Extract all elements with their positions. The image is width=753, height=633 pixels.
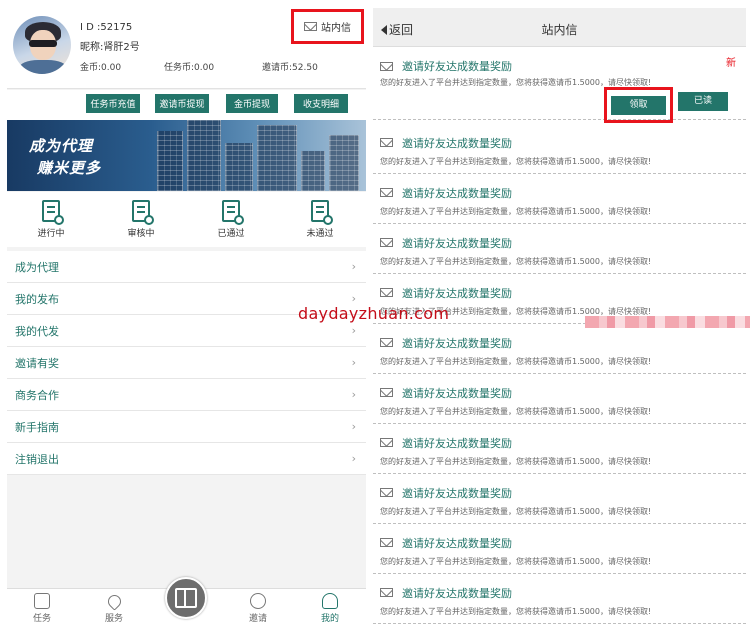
message-body: 您的好友进入了平台并达到指定数量，您将获得邀请币1.5000，请尽快领取! [380,207,652,216]
tab-mine[interactable]: 我的 [305,593,355,624]
gold-coin-balance: 金币:0.00 [80,63,122,73]
chevron-right-icon: › [351,260,356,273]
message-title: 邀请好友达成数量奖励 [402,287,512,300]
envelope-icon [380,138,393,147]
tab-tasks[interactable]: 任务 [17,593,67,624]
tab-invite[interactable]: 邀请 [233,593,283,624]
menu-item-business[interactable]: 商务合作 › [7,379,366,411]
user-icon [322,593,338,609]
list-item[interactable]: 邀请好友达成数量奖励您的好友进入了平台并达到指定数量，您将获得邀请币1.5000… [373,374,746,424]
envelope-icon [380,62,393,71]
list-item[interactable]: 邀请好友达成数量奖励 您的好友进入了平台并达到指定数量，您将获得邀请币1.500… [373,48,746,123]
message-body: 您的好友进入了平台并达到指定数量，您将获得邀请币1.5000，请尽快领取! [380,357,652,366]
banner-subline: 赚米更多 [37,159,102,177]
transaction-history-button[interactable]: 收支明细 [294,94,348,113]
list-item[interactable]: 邀请好友达成数量奖励您的好友进入了平台并达到指定数量，您将获得邀请币1.5000… [373,474,746,524]
chevron-right-icon: › [351,388,356,401]
chevron-right-icon: › [351,356,356,369]
list-item[interactable]: 邀请好友达成数量奖励您的好友进入了平台并达到指定数量，您将获得邀请币1.5000… [373,174,746,224]
task-coin-recharge-button[interactable]: 任务币充值 [86,94,140,113]
message-title: 邀请好友达成数量奖励 [402,487,512,500]
status-under-review[interactable]: 审核中 [111,200,171,239]
doc-cross-icon [311,200,333,225]
envelope-icon [304,22,317,31]
user-nickname: 昵称:肾肝2号 [80,42,140,53]
watermark: daydayzhuan.com [298,304,450,323]
message-title: 邀请好友达成数量奖励 [402,137,512,150]
status-rejected[interactable]: 未通过 [290,200,350,239]
envelope-icon [380,188,393,197]
invite-coin-withdraw-button[interactable]: 邀请币提现 [155,94,209,113]
list-item[interactable]: 邀请好友达成数量奖励您的好友进入了平台并达到指定数量，您将获得邀请币1.5000… [373,574,746,624]
wallet-actions: 任务币充值 邀请币提现 金币提现 收支明细 [7,90,366,120]
menu-item-become-agent[interactable]: 成为代理 › [7,251,366,283]
profile-menu: 成为代理 › 我的发布 › 我的代发 › 邀请有奖 › 商务合作 › 新手指南 › 注销退出… [7,251,366,475]
doc-search-icon [132,200,154,225]
redaction-strip [585,316,750,328]
menu-item-invite-rewards[interactable]: 邀请有奖 › [7,347,366,379]
message-body: 您的好友进入了平台并达到指定数量，您将获得邀请币1.5000，请尽快领取! [380,457,652,466]
list-item[interactable]: 邀请好友达成数量奖励您的好友进入了平台并达到指定数量，您将获得邀请币1.5000… [373,524,746,574]
message-body: 您的好友进入了平台并达到指定数量，您将获得邀请币1.5000，请尽快领取! [380,557,652,566]
agent-banner[interactable]: 成为代理 赚米更多 [7,120,366,191]
new-badge: 新 [726,58,736,69]
inbox-button-label: 站内信 [321,23,351,34]
message-title: 邀请好友达成数量奖励 [402,437,512,450]
profile-header: I D :52175 昵称:肾肝2号 金币:0.00 任务币:0.00 邀请币:… [7,6,366,89]
envelope-icon [380,438,393,447]
message-title: 邀请好友达成数量奖励 [402,187,512,200]
message-title: 邀请好友达成数量奖励 [402,537,512,550]
message-title: 邀请好友达成数量奖励 [402,387,512,400]
menu-item-logout[interactable]: 注销退出 › [7,443,366,475]
message-body: 您的好友进入了平台并达到指定数量，您将获得邀请币1.5000，请尽快领取! [380,507,652,516]
chevron-right-icon: › [351,452,356,465]
heart-icon [104,592,124,611]
envelope-icon [380,588,393,597]
list-item[interactable]: 邀请好友达成数量奖励您的好友进入了平台并达到指定数量，您将获得邀请币1.5000… [373,124,746,174]
message-body: 您的好友进入了平台并达到指定数量，您将获得邀请币1.5000，请尽快领取! [380,407,652,416]
page-title: 站内信 [541,23,578,37]
banner-headline: 成为代理 [29,137,94,155]
invite-coin-balance: 邀请币:52.50 [262,63,318,73]
gift-icon[interactable] [165,577,207,619]
envelope-icon [380,288,393,297]
message-title: 邀请好友达成数量奖励 [402,587,512,600]
gold-coin-withdraw-button[interactable]: 金币提现 [226,94,278,113]
message-body: 您的好友进入了平台并达到指定数量，您将获得邀请币1.5000，请尽快领取! [380,257,652,266]
bottom-tab-bar: 任务 服务 邀请 我的 [7,577,366,628]
envelope-icon [380,238,393,247]
doc-check-icon [222,200,244,225]
message-body: 您的好友进入了平台并达到指定数量，您将获得邀请币1.5000，请尽快领取! [380,607,652,616]
envelope-icon [380,338,393,347]
envelope-icon [380,488,393,497]
envelope-icon [380,538,393,547]
message-title: 邀请好友达成数量奖励 [402,60,512,73]
claim-button[interactable]: 领取 [604,87,673,123]
message-title: 邀请好友达成数量奖励 [402,237,512,250]
avatar[interactable] [13,16,71,74]
message-body: 您的好友进入了平台并达到指定数量，您将获得邀请币1.5000，请尽快领取! [380,157,652,166]
envelope-icon [380,388,393,397]
message-title: 邀请好友达成数量奖励 [402,337,512,350]
status-approved[interactable]: 已通过 [201,200,261,239]
task-status-row: 进行中 审核中 已通过 未通过 [7,192,366,247]
list-item[interactable]: 邀请好友达成数量奖励您的好友进入了平台并达到指定数量，您将获得邀请币1.5000… [373,424,746,474]
doc-clock-icon [42,200,64,225]
list-item[interactable]: 邀请好友达成数量奖励您的好友进入了平台并达到指定数量，您将获得邀请币1.5000… [373,324,746,374]
task-coin-balance: 任务币:0.00 [164,63,215,73]
inbox-nav-bar: 返回 站内信 [373,8,746,47]
chevron-right-icon: › [351,420,356,433]
chevron-right-icon: › [351,324,356,337]
mark-read-button[interactable]: 已读 [678,92,728,111]
share-icon [250,593,266,609]
list-item[interactable]: 邀请好友达成数量奖励您的好友进入了平台并达到指定数量，您将获得邀请币1.5000… [373,224,746,274]
task-icon [34,593,50,609]
tab-services[interactable]: 服务 [89,592,139,624]
inbox-button[interactable]: 站内信 [291,9,364,44]
user-id: I D :52175 [80,22,133,33]
menu-item-beginner-guide[interactable]: 新手指南 › [7,411,366,443]
status-in-progress[interactable]: 进行中 [21,200,81,239]
